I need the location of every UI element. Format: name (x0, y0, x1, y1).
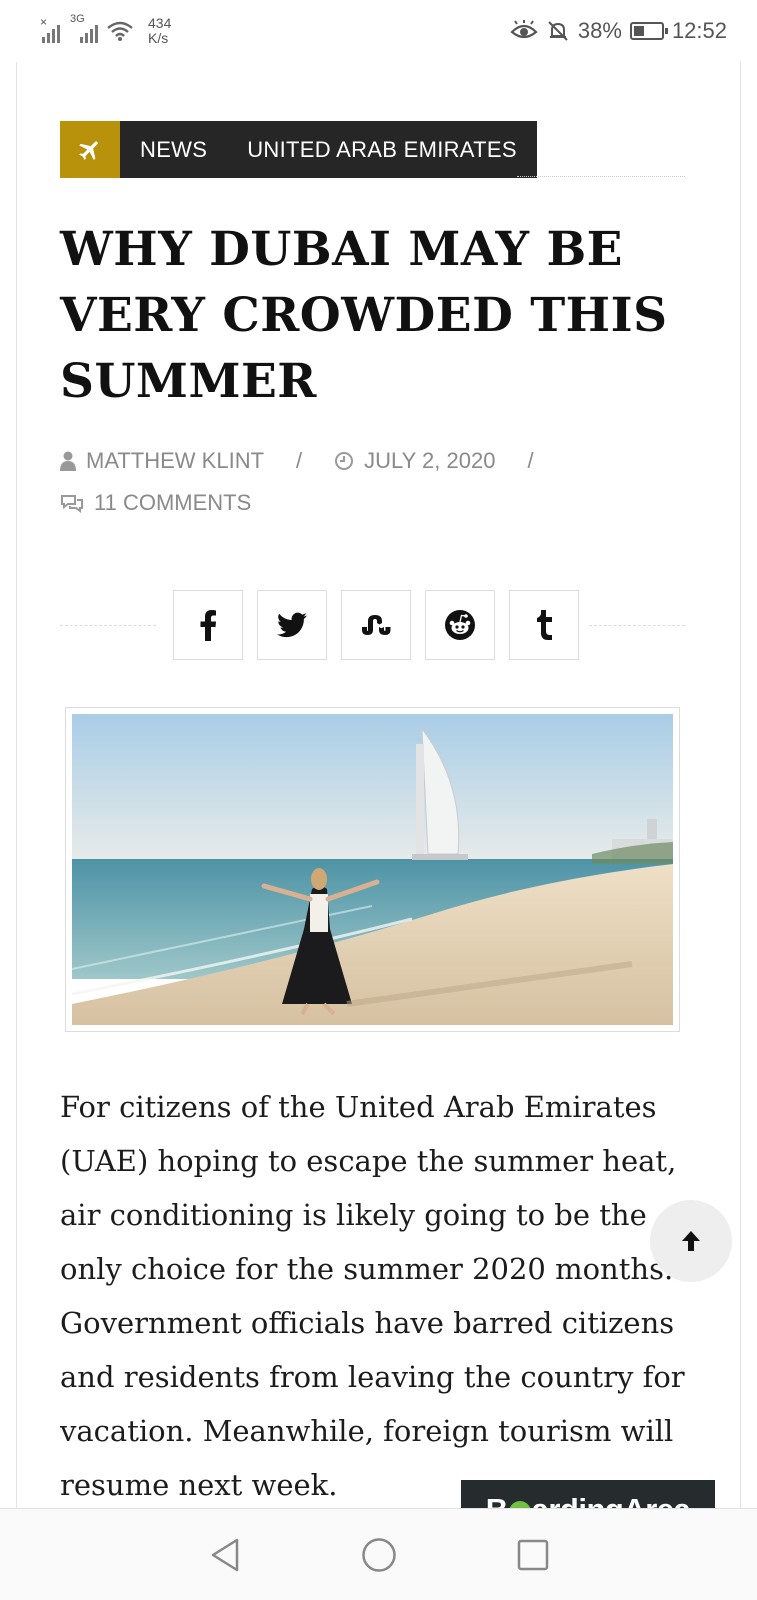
mute-notifications-icon (548, 21, 568, 41)
meta-separator: / (527, 448, 534, 473)
user-icon (60, 451, 76, 471)
category-tags: NEWS UNITED ARAB EMIRATES (120, 121, 537, 178)
brand-prefix: B (486, 1492, 508, 1508)
status-left: × 3G 434 K/s (40, 13, 172, 46)
divider (589, 625, 685, 626)
article-body: For citizens of the United Arab Emirates… (60, 1090, 685, 1502)
clock-icon (335, 452, 354, 470)
brand-suffix: ardingArea (532, 1492, 691, 1508)
category-bar: NEWS UNITED ARAB EMIRATES (60, 121, 537, 178)
article-page: NEWS UNITED ARAB EMIRATES WHY DUBAI MAY … (16, 62, 741, 1508)
network-speed: 434 K/s (148, 15, 172, 46)
speech-bubble-icon (508, 1501, 531, 1508)
divider (517, 176, 685, 177)
status-right: 38% 12:52 (510, 18, 727, 44)
wifi-icon (107, 21, 133, 41)
battery-percent: 38% (577, 18, 622, 43)
category-link-uae[interactable]: UNITED ARAB EMIRATES (247, 137, 517, 163)
meta-separator: / (296, 448, 303, 473)
home-icon[interactable] (361, 1537, 397, 1573)
share-tumblr-button[interactable] (509, 590, 579, 660)
article-title: WHY DUBAI MAY BE VERY CROWDED THIS SUMME… (60, 222, 668, 409)
arrow-up-icon (682, 1231, 700, 1251)
recent-apps-icon[interactable] (517, 1539, 549, 1571)
tumblr-icon (537, 610, 552, 640)
system-nav-bar (0, 1508, 757, 1600)
author-link[interactable]: MATTHEW KLINT (86, 440, 264, 482)
share-bar (60, 590, 685, 660)
status-bar: × 3G 434 K/s 38% 12:52 (0, 0, 757, 62)
divider (60, 625, 156, 626)
signal-strength-icon: × (40, 15, 60, 43)
category-link-news[interactable]: NEWS (140, 137, 207, 163)
share-stumbleupon-button[interactable] (341, 590, 411, 660)
signal-3g-icon: 3G (70, 13, 98, 43)
clock: 12:52 (671, 18, 727, 43)
airplane-icon (60, 121, 120, 178)
facebook-icon (200, 610, 216, 641)
stumbleupon-icon (362, 615, 391, 635)
featured-image (65, 707, 680, 1032)
battery-icon (629, 22, 668, 40)
twitter-icon (277, 612, 307, 638)
boardingarea-logo[interactable]: BardingArea (461, 1480, 715, 1508)
comments-icon (61, 495, 83, 513)
scroll-to-top-button[interactable] (650, 1200, 732, 1282)
beach-photo (72, 714, 673, 1025)
back-icon[interactable] (209, 1537, 241, 1573)
comments-link[interactable]: 11 COMMENTS (94, 482, 251, 524)
post-date: JULY 2, 2020 (364, 448, 496, 473)
article-meta: MATTHEW KLINT / JULY 2, 2020 / 11 COMMEN… (60, 440, 680, 524)
reddit-icon (445, 610, 475, 640)
share-reddit-button[interactable] (425, 590, 495, 660)
share-facebook-button[interactable] (173, 590, 243, 660)
share-twitter-button[interactable] (257, 590, 327, 660)
eye-comfort-icon (510, 20, 538, 39)
